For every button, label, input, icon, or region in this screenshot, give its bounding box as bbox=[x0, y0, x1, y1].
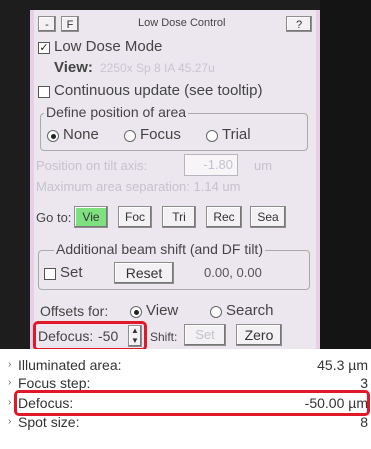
properties-panel: › Illuminated area: 45.3 µm › Focus step… bbox=[0, 349, 371, 449]
low-dose-mode-label: Low Dose Mode bbox=[54, 38, 163, 55]
position-tilt-label: Position on tilt axis: bbox=[36, 158, 148, 173]
beam-shift-set-label: Set bbox=[60, 264, 83, 281]
position-trial-label: Trial bbox=[222, 126, 251, 143]
position-none-label: None bbox=[63, 126, 99, 143]
expand-arrow-icon: › bbox=[8, 397, 12, 408]
position-trial-radio[interactable] bbox=[206, 130, 218, 142]
background-left bbox=[0, 0, 30, 349]
beam-shift-set-checkbox[interactable] bbox=[44, 268, 56, 280]
define-position-title: Define position of area bbox=[44, 104, 189, 120]
property-row: › Illuminated area: 45.3 µm bbox=[8, 357, 368, 375]
property-label: Focus step: bbox=[18, 375, 91, 391]
offsets-search-label: Search bbox=[226, 302, 274, 319]
position-tilt-input[interactable]: -1.80 bbox=[184, 154, 238, 176]
panel-title: Low Dose Control bbox=[138, 17, 226, 29]
defocus-highlight-box bbox=[33, 321, 147, 351]
defocus-property-highlight-box bbox=[14, 390, 370, 416]
offsets-search-radio[interactable] bbox=[210, 306, 222, 318]
property-label: Illuminated area: bbox=[18, 357, 122, 373]
property-row: › Spot size: 8 bbox=[8, 414, 368, 432]
property-value: 8 bbox=[360, 414, 368, 430]
position-tilt-unit: um bbox=[254, 158, 273, 173]
position-focus-label: Focus bbox=[140, 126, 181, 143]
position-focus-radio[interactable] bbox=[124, 130, 136, 142]
goto-record-button[interactable]: Rec bbox=[206, 206, 242, 228]
goto-label: Go to: bbox=[36, 210, 72, 225]
offsets-view-radio[interactable] bbox=[130, 306, 142, 318]
view-info-value: 2250x Sp 8 IA 45.27u bbox=[100, 61, 215, 75]
position-none-radio[interactable] bbox=[47, 130, 59, 142]
low-dose-control-panel: - F Low Dose Control ? ✓ Low Dose Mode V… bbox=[30, 10, 320, 351]
property-value: 3 bbox=[360, 375, 368, 391]
goto-view-button[interactable]: Vie bbox=[74, 206, 108, 228]
expand-arrow-icon: › bbox=[8, 416, 12, 427]
shift-zero-button[interactable]: Zero bbox=[236, 324, 282, 346]
goto-trial-button[interactable]: Tri bbox=[162, 206, 196, 228]
minimize-button[interactable]: - bbox=[38, 16, 56, 32]
offsets-label: Offsets for: bbox=[40, 303, 109, 319]
continuous-update-label: Continuous update (see tooltip) bbox=[54, 82, 263, 99]
beam-shift-value: 0.00, 0.00 bbox=[204, 265, 262, 280]
view-label: View: bbox=[54, 59, 93, 76]
property-label: Spot size: bbox=[18, 414, 80, 430]
float-button[interactable]: F bbox=[61, 16, 79, 32]
help-button[interactable]: ? bbox=[286, 16, 312, 32]
goto-focus-button[interactable]: Foc bbox=[118, 206, 152, 228]
beam-shift-reset-button[interactable]: Reset bbox=[114, 262, 174, 284]
shift-set-button[interactable]: Set bbox=[184, 324, 226, 346]
shift-label: Shift: bbox=[150, 330, 178, 344]
background-right bbox=[320, 0, 371, 349]
low-dose-mode-checkbox[interactable]: ✓ bbox=[38, 42, 50, 54]
beam-shift-title: Additional beam shift (and DF tilt) bbox=[54, 241, 265, 257]
offsets-view-label: View bbox=[146, 302, 179, 319]
continuous-update-checkbox[interactable] bbox=[38, 86, 50, 98]
expand-arrow-icon: › bbox=[8, 377, 12, 388]
property-value: 45.3 µm bbox=[317, 357, 368, 373]
goto-search-button[interactable]: Sea bbox=[250, 206, 286, 228]
expand-arrow-icon: › bbox=[8, 359, 12, 370]
max-separation-text: Maximum area separation: 1.14 um bbox=[36, 179, 241, 194]
